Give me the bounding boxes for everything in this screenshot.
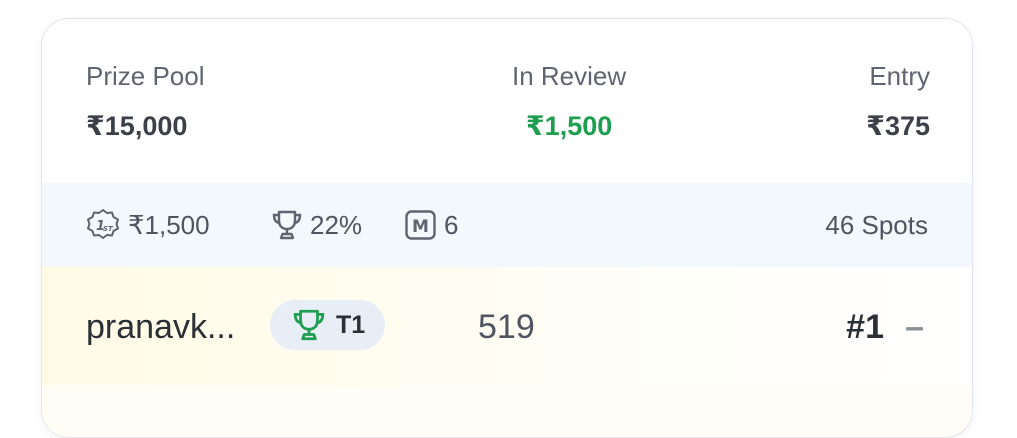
first-place-badge-icon: 1 ST [86,208,122,242]
in-review-label: In Review [512,61,627,91]
prize-pool-value: ₹15,000 [86,111,188,141]
rank-value: #1 [846,308,884,346]
trophy-icon [270,208,304,242]
contest-card[interactable]: Prize Pool ₹15,000 In Review ₹1,500 Entr… [41,18,973,438]
winners-percent-value: 22% [310,209,363,240]
team-label: T1 [336,310,366,339]
max-teams-stat[interactable]: M 6 [404,207,458,243]
contest-stats-bar: 1 ST ₹1,500 22% M 6 46 Spots [42,183,972,267]
prize-pool-label: Prize Pool [86,61,205,91]
entry-value: ₹375 [866,111,930,141]
in-review-value: ₹1,500 [525,111,613,141]
entry-fee: Entry ₹375 [866,59,930,143]
winners-percent-stat[interactable]: 22% [270,207,362,243]
leaderboard-row-partial [42,385,972,437]
points-value: 519 [478,308,535,346]
multi-entry-icon: M [404,208,438,242]
contest-summary: Prize Pool ₹15,000 In Review ₹1,500 Entr… [42,19,972,183]
leaderboard-row[interactable]: pranavk... T1 519 #1 – [42,267,972,386]
multi-entry-glyph: M [412,217,429,237]
spots-count: 46 Spots [825,210,928,240]
max-teams-value: 6 [444,209,459,240]
username: pranavk... [86,308,236,346]
entry-label: Entry [869,61,930,91]
svg-text:ST: ST [103,225,114,233]
prize-pool: Prize Pool ₹15,000 [86,59,205,143]
first-prize-value: ₹1,500 [128,209,210,240]
in-review: In Review ₹1,500 [512,59,626,143]
rank-change-indicator: – [905,308,924,346]
first-prize-stat[interactable]: 1 ST ₹1,500 [86,207,210,243]
trophy-icon [290,307,328,343]
team-badge[interactable]: T1 [270,300,386,350]
